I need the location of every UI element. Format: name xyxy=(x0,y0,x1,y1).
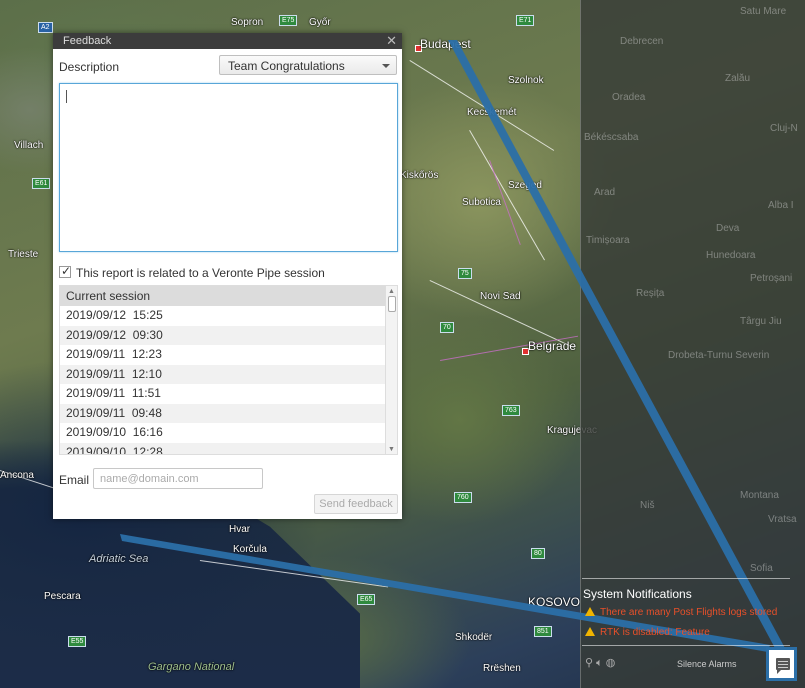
city-label: Arad xyxy=(594,187,616,198)
city-label: Ancona xyxy=(0,470,34,481)
city-label: Drobeta-Turnu Severin xyxy=(668,350,770,361)
city-label: Győr xyxy=(309,17,331,28)
send-feedback-button[interactable]: Send feedback xyxy=(314,494,398,514)
city-label: Kecskemét xyxy=(467,107,517,118)
globe-icon[interactable]: ◍ xyxy=(606,657,616,669)
city-label: Szeged xyxy=(508,180,542,191)
city-label: Deva xyxy=(716,223,740,234)
city-label: Korčula xyxy=(233,544,267,555)
sea-label: Adriatic Sea xyxy=(89,553,149,565)
city-label: Vratsa xyxy=(768,514,797,525)
session-row[interactable]: 2019/09/11 12:10 xyxy=(60,364,397,384)
city-label: Zalău xyxy=(725,73,751,84)
description-label: Description xyxy=(59,60,120,74)
city-label: Hunedoara xyxy=(706,250,756,261)
road-shield: 763 xyxy=(502,405,520,416)
city-label: Satu Mare xyxy=(740,6,787,17)
road-shield: E55 xyxy=(68,636,87,647)
city-label: Shkodër xyxy=(455,632,493,643)
city-label: Oradea xyxy=(612,92,646,103)
city-label: Sopron xyxy=(231,17,264,28)
dialog-titlebar: Feedback ✕ xyxy=(53,33,402,49)
feedback-chat-button[interactable] xyxy=(766,647,797,681)
road-shield: 760 xyxy=(454,492,472,503)
chevron-down-icon[interactable]: ▼ xyxy=(388,446,395,453)
dialog-title: Feedback xyxy=(63,35,112,47)
city-label: Kiskőrös xyxy=(400,170,439,181)
city-label: Montana xyxy=(740,490,779,501)
chat-icon xyxy=(776,658,790,674)
session-row[interactable]: 2019/09/10 16:16 xyxy=(60,423,397,443)
session-row[interactable]: 2019/09/10 12:28 xyxy=(60,442,397,454)
city-label: Villach xyxy=(14,140,44,151)
notification-item[interactable]: RTK is disabled: Feature xyxy=(585,627,710,638)
divider xyxy=(582,578,790,579)
email-label: Email xyxy=(59,473,90,487)
session-row[interactable]: 2019/09/11 09:48 xyxy=(60,403,397,423)
bottom-icon-bar: ⚲ 🔈︎ ◍ xyxy=(585,656,615,670)
park-label: Gargano National xyxy=(148,661,235,673)
warning-icon xyxy=(585,607,595,616)
city-label: Szolnok xyxy=(508,75,544,86)
road-shield: E61 xyxy=(32,178,51,189)
email-field[interactable] xyxy=(93,468,263,489)
category-dropdown[interactable]: Team Congratulations xyxy=(219,55,397,75)
session-checkbox-label: This report is related to a Veronte Pipe… xyxy=(76,266,325,280)
road-shield: 851 xyxy=(534,626,552,637)
chevron-up-icon[interactable]: ▲ xyxy=(388,288,395,295)
city-label: Békéscsaba xyxy=(584,132,639,143)
pin-icon[interactable]: ⚲ xyxy=(585,657,593,669)
session-scrollbar[interactable]: ▲ ▼ xyxy=(385,286,397,454)
city-label: Cluj-N xyxy=(770,123,798,134)
city-label: Sofia xyxy=(750,563,773,574)
road-shield: E65 xyxy=(357,594,376,605)
notification-item[interactable]: There are many Post Flights logs stored xyxy=(585,607,777,618)
city-label: Belgrade xyxy=(528,339,577,353)
country-label: KOSOVO xyxy=(528,595,581,609)
city-label: Subotica xyxy=(462,197,501,208)
category-selected-value: Team Congratulations xyxy=(228,59,345,73)
city-label: Petroșani xyxy=(750,273,793,284)
city-label: Alba I xyxy=(768,200,794,211)
session-list[interactable]: Current session 2019/09/12 15:25 2019/09… xyxy=(59,285,398,455)
warning-icon xyxy=(585,627,595,636)
city-label: Reșița xyxy=(636,288,665,299)
road-shield: 80 xyxy=(531,548,545,559)
close-icon[interactable]: ✕ xyxy=(386,33,397,49)
city-label: Hvar xyxy=(229,524,251,535)
notification-text: RTK is disabled: Feature xyxy=(600,627,710,638)
road-shield: A2 xyxy=(38,22,53,33)
session-row[interactable]: 2019/09/12 15:25 xyxy=(60,306,397,326)
description-textarea[interactable] xyxy=(59,83,398,252)
chevron-down-icon xyxy=(382,64,390,68)
road-shield: 75 xyxy=(458,268,472,279)
city-label: Trieste xyxy=(8,249,39,260)
text-caret xyxy=(66,90,67,103)
city-label: Pescara xyxy=(44,591,81,602)
session-row[interactable]: 2019/09/12 09:30 xyxy=(60,325,397,345)
road-shield: E75 xyxy=(279,15,298,26)
road-shield: E71 xyxy=(516,15,535,26)
road-shield: 70 xyxy=(440,322,454,333)
feedback-dialog: Feedback ✕ Description Team Congratulati… xyxy=(53,33,402,519)
city-label: Rrëshen xyxy=(483,663,521,674)
notifications-title: System Notifications xyxy=(583,587,692,601)
notification-text: There are many Post Flights logs stored xyxy=(600,607,778,618)
session-list-header[interactable]: Current session xyxy=(60,286,397,306)
system-notifications-panel: System Notifications There are many Post… xyxy=(582,578,790,678)
city-label: Târgu Jiu xyxy=(740,316,782,327)
scroll-thumb[interactable] xyxy=(388,296,396,312)
session-checkbox[interactable]: ✓ xyxy=(59,264,72,278)
city-label: Niš xyxy=(640,500,655,511)
session-row[interactable]: 2019/09/11 11:51 xyxy=(60,384,397,404)
silence-alarms-button[interactable]: Silence Alarms xyxy=(677,659,737,669)
divider xyxy=(582,645,790,646)
city-label: Novi Sad xyxy=(480,291,521,302)
city-label: Debrecen xyxy=(620,36,664,47)
city-label: Budapest xyxy=(420,37,471,51)
checkmark-icon: ✓ xyxy=(61,264,72,278)
speaker-icon[interactable]: 🔈︎ xyxy=(596,657,603,669)
session-row[interactable]: 2019/09/11 12:23 xyxy=(60,345,397,365)
city-label: Timișoara xyxy=(586,235,630,246)
